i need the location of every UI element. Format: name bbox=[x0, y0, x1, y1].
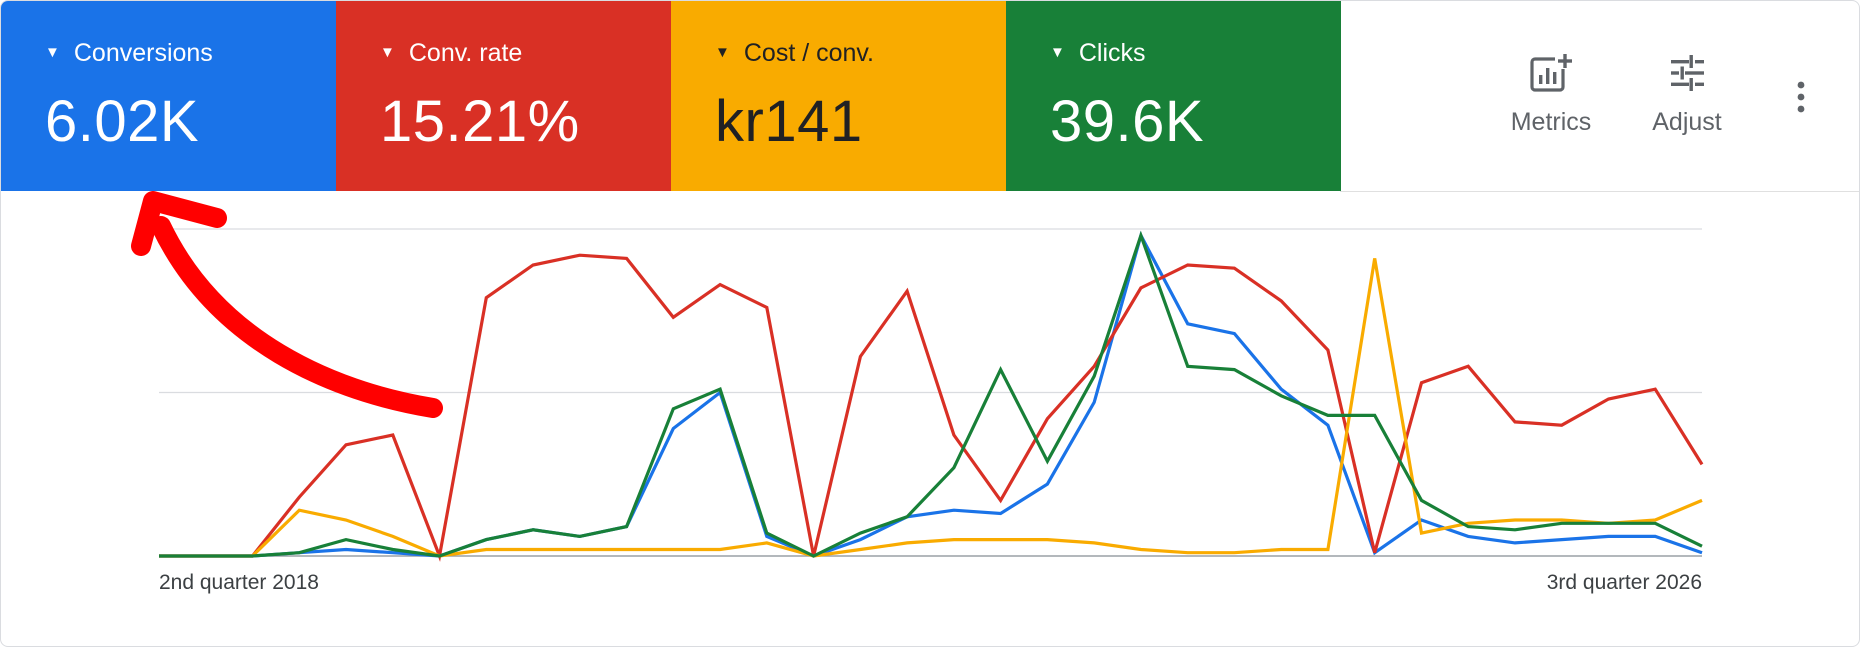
caret-down-icon: ▼ bbox=[1050, 44, 1065, 61]
metric-tile-conversions[interactable]: ▼ Conversions 6.02K bbox=[1, 1, 336, 191]
add-chart-icon bbox=[1530, 54, 1572, 92]
metric-tile-clicks[interactable]: ▼ Clicks 39.6K bbox=[1006, 1, 1341, 191]
metric-tiles: ▼ Conversions 6.02K ▼ Conv. rate 15.21% … bbox=[1, 1, 1341, 191]
x-tick-label-start: 2nd quarter 2018 bbox=[159, 571, 319, 594]
metric-value: 6.02K bbox=[45, 89, 200, 154]
metrics-label: Metrics bbox=[1510, 108, 1592, 136]
metric-label: Conv. rate bbox=[408, 39, 523, 67]
metric-label: Conversions bbox=[73, 39, 213, 67]
metrics-button[interactable]: Metrics bbox=[1501, 53, 1601, 137]
more-vert-icon[interactable] bbox=[1783, 79, 1819, 115]
annotation-arrow-shaft bbox=[151, 216, 443, 418]
metric-label: Cost / conv. bbox=[743, 39, 874, 67]
adjust-label: Adjust bbox=[1652, 108, 1722, 136]
caret-down-icon: ▼ bbox=[715, 44, 730, 61]
caret-down-icon: ▼ bbox=[45, 44, 60, 61]
metric-value: 15.21% bbox=[380, 89, 580, 154]
performance-card: ▼ Conversions 6.02K ▼ Conv. rate 15.21% … bbox=[0, 0, 1860, 647]
adjust-button[interactable]: Adjust bbox=[1637, 53, 1737, 137]
tune-icon bbox=[1671, 55, 1704, 91]
metric-value: 39.6K bbox=[1050, 89, 1205, 154]
metric-tile-conv-rate[interactable]: ▼ Conv. rate 15.21% bbox=[336, 1, 671, 191]
metric-value: kr141 bbox=[715, 89, 863, 154]
caret-down-icon: ▼ bbox=[380, 44, 395, 61]
performance-chart: 2nd quarter 2018 3rd quarter 2026 bbox=[131, 191, 1704, 594]
x-tick-label-end: 3rd quarter 2026 bbox=[1547, 571, 1702, 594]
metric-tile-cost-per-conv[interactable]: ▼ Cost / conv. kr141 bbox=[671, 1, 1006, 191]
metric-label: Clicks bbox=[1078, 39, 1146, 67]
